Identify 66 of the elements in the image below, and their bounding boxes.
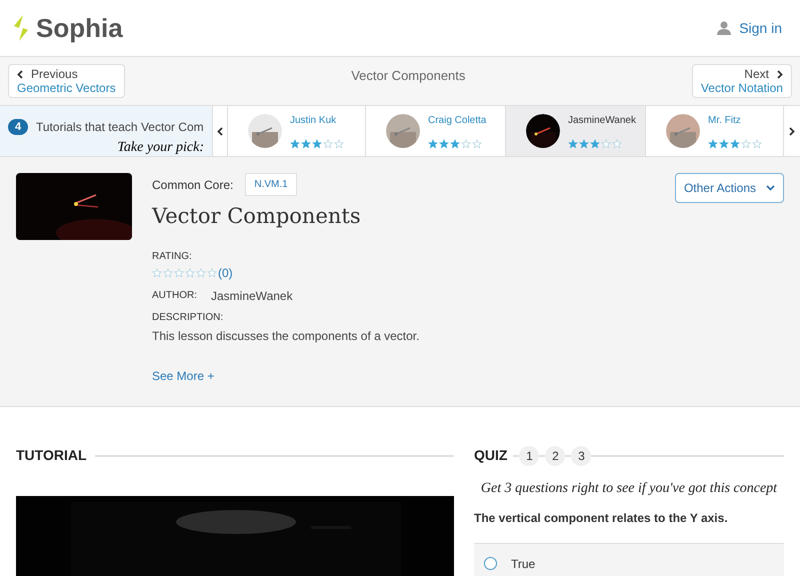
star-icon	[174, 268, 184, 278]
star-icon	[719, 139, 729, 149]
star-icon	[472, 139, 482, 149]
star-icon	[708, 139, 718, 149]
star-icon	[461, 139, 471, 149]
author-label: AUTHOR:	[152, 289, 197, 303]
star-icon	[428, 139, 438, 149]
quiz-step[interactable]: 3	[571, 446, 592, 466]
next-button[interactable]: Next Vector Notation	[692, 64, 792, 98]
star-icon	[334, 139, 344, 149]
star-icon	[741, 139, 751, 149]
quiz-question: The vertical component relates to the Y axis.	[474, 510, 729, 527]
option-label: True	[511, 556, 536, 572]
star-icon	[601, 139, 611, 149]
tutor-name: JasmineWanek	[568, 114, 636, 128]
star-icon	[163, 268, 173, 278]
tutor-name: Craig Coletta	[428, 114, 486, 128]
star-icon	[450, 139, 460, 149]
star-icon	[752, 139, 762, 149]
quiz-step[interactable]: 2	[545, 446, 566, 466]
rating-label: RATING:	[152, 250, 193, 264]
current-lesson-title: Vector Components	[351, 67, 466, 85]
see-more-link[interactable]: See More +	[152, 366, 214, 384]
standard-tag[interactable]: N.VM.1	[245, 173, 297, 196]
take-your-pick-text: Take your pick:	[116, 139, 204, 157]
star-icon	[323, 139, 333, 149]
star-icon	[312, 139, 322, 149]
lesson-title: Vector Components	[152, 203, 361, 230]
chevron-left-icon	[217, 126, 223, 136]
carousel-heading: Tutorials that teach Vector Com	[36, 119, 204, 136]
rating-count: (0)	[218, 264, 233, 282]
tutor-name: Mr. Fitz	[708, 114, 742, 128]
star-icon	[207, 268, 217, 278]
user-icon	[717, 21, 732, 35]
star-icon	[301, 139, 311, 149]
common-core-label: Common Core:	[152, 176, 234, 194]
tutor-name: Justin Kuk	[290, 114, 338, 128]
other-actions-button[interactable]: Other Actions	[674, 173, 784, 203]
chevron-left-icon	[17, 70, 23, 78]
chevron-right-icon	[776, 70, 783, 78]
chevron-right-icon	[789, 126, 795, 136]
chevron-down-icon	[766, 185, 775, 191]
star-icon	[439, 139, 449, 149]
star-icon	[185, 268, 195, 278]
author-name: JasmineWanek	[211, 288, 293, 304]
star-icon	[590, 139, 600, 149]
quiz-prompt: Get 3 questions right to see if you've got this concept	[480, 480, 778, 498]
previous-button[interactable]: Previous Geometric Vectors	[8, 64, 125, 98]
sign-in-button[interactable]: Sign in	[717, 18, 790, 38]
quiz-step[interactable]: 1	[519, 446, 540, 466]
radio-button[interactable]	[484, 557, 497, 570]
star-icon	[730, 139, 740, 149]
count-badge: 4	[8, 119, 28, 135]
tutorial-heading: TUTORIAL	[16, 446, 87, 465]
tutor-card[interactable]: JasmineWanek	[506, 106, 646, 156]
star-icon	[579, 139, 589, 149]
quiz-heading: QUIZ	[474, 446, 508, 465]
star-icon	[290, 139, 300, 149]
star-icon	[612, 139, 622, 149]
star-icon	[568, 139, 578, 149]
star-icon	[152, 268, 162, 278]
answer-option[interactable]: True	[474, 543, 784, 576]
description-label: DESCRIPTION:	[152, 310, 224, 324]
description-text: This lesson discusses the components of a vector.	[152, 328, 420, 344]
logo-text: Sophia	[36, 12, 123, 44]
star-icon	[196, 268, 206, 278]
